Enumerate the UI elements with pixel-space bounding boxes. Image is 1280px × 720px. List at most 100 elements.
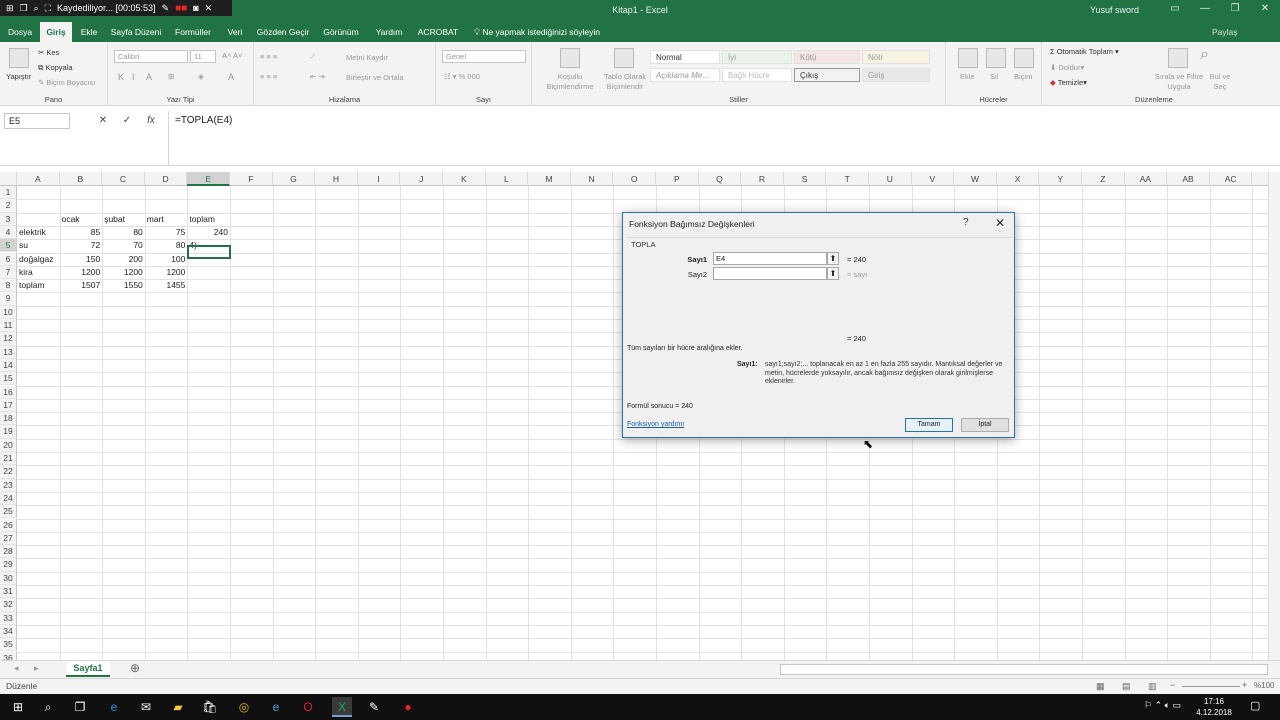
row-header-26[interactable]: 26 — [0, 518, 17, 532]
row-header-13[interactable]: 13 — [0, 345, 17, 359]
arg1-collapse-icon[interactable]: ⬆ — [827, 252, 839, 265]
column-header-ab[interactable]: AB — [1167, 172, 1210, 186]
find-icon[interactable]: ⌕ — [1200, 46, 1209, 64]
tab-formulas[interactable]: Formüller — [170, 22, 216, 42]
header-cell-e[interactable]: toplam — [187, 213, 230, 226]
sort-filter-icon[interactable] — [1168, 48, 1188, 68]
row-header-16[interactable]: 16 — [0, 385, 17, 399]
row-header-23[interactable]: 23 — [0, 478, 17, 492]
zoom-in-icon[interactable]: + — [1242, 680, 1247, 690]
column-header-n[interactable]: N — [571, 172, 614, 186]
record-icon[interactable]: ■■ — [175, 3, 187, 14]
style-normal[interactable]: Normal — [650, 50, 720, 64]
copy-button[interactable]: ⧉ Kopyala — [38, 63, 73, 73]
insert-cells-button[interactable]: Ekle — [960, 72, 975, 81]
value-cell-d4[interactable]: 75 — [145, 226, 188, 239]
tab-insert[interactable]: Ekle — [76, 22, 102, 42]
confirm-entry-icon[interactable]: ✓ — [118, 113, 136, 129]
style-output[interactable]: Çıkış — [794, 68, 860, 82]
column-header-g[interactable]: G — [273, 172, 316, 186]
header-cell-d[interactable]: mart — [145, 213, 188, 226]
row-header-9[interactable]: 9 — [0, 292, 17, 306]
file-explorer-icon[interactable]: ▰ — [168, 697, 188, 717]
tab-help[interactable]: Yardım — [370, 22, 408, 42]
screen-recorder-toolbar[interactable]: ⊞ ❐ ⌕ ⛶ Kaydediliyor... [00:05:53] ✎ ■■ … — [0, 0, 232, 16]
sheet-nav-left-icon[interactable]: ◂ — [14, 663, 19, 674]
row-header-3[interactable]: 3 — [0, 212, 17, 226]
value-cell-e8[interactable] — [187, 279, 230, 292]
column-header-j[interactable]: J — [400, 172, 443, 186]
column-header-t[interactable]: T — [826, 172, 869, 186]
font-color-icon[interactable]: A — [228, 72, 234, 82]
arg2-collapse-icon[interactable]: ⬆ — [827, 267, 839, 280]
formula-input[interactable]: =TOPLA(E4) — [168, 111, 1276, 165]
row-header-17[interactable]: 17 — [0, 398, 17, 413]
conditional-format-button[interactable]: Koşullu Biçimlendirme — [540, 72, 600, 92]
column-header-x[interactable]: X — [997, 172, 1040, 186]
vertical-scrollbar[interactable] — [1268, 172, 1280, 660]
close-recorder-icon[interactable]: ✕ — [205, 3, 213, 14]
view-normal-icon[interactable]: ▦ — [1096, 681, 1105, 692]
font-grow-icon[interactable]: A˄ A˅ — [222, 51, 242, 60]
dialog-close-icon[interactable]: ✕ — [991, 216, 1009, 230]
tab-view[interactable]: Görünüm — [318, 22, 364, 42]
insert-function-icon[interactable]: fx — [142, 113, 160, 129]
row-header-24[interactable]: 24 — [0, 491, 17, 506]
column-header-o[interactable]: O — [613, 172, 656, 186]
fill-button[interactable]: ⬇ Doldur▾ — [1050, 63, 1084, 72]
row-header-31[interactable]: 31 — [0, 585, 17, 599]
window-icon[interactable]: ❐ — [20, 3, 28, 14]
bold-icon[interactable]: K — [118, 72, 124, 82]
row-header-8[interactable]: 8 — [0, 279, 17, 293]
insert-cells-icon[interactable] — [958, 48, 978, 68]
zoom-slider[interactable] — [1182, 686, 1240, 687]
value-cell-b5[interactable]: 72 — [60, 239, 103, 252]
wrap-text-button[interactable]: Metni Kaydır — [346, 53, 388, 62]
font-size-combo[interactable]: 11 — [190, 50, 216, 63]
arg1-input[interactable]: E4 — [713, 252, 827, 265]
sort-filter-button[interactable]: Sırala ve Filtre Uygula — [1154, 72, 1204, 92]
user-name[interactable]: Yusuf sword — [1090, 5, 1139, 15]
add-sheet-icon[interactable]: ⊕ — [130, 661, 140, 675]
row-header-15[interactable]: 15 — [0, 372, 17, 386]
header-cell-b[interactable]: ocak — [60, 213, 103, 226]
excel-icon[interactable]: X — [332, 697, 352, 717]
row-header-2[interactable]: 2 — [0, 199, 17, 213]
column-header-b[interactable]: B — [60, 172, 103, 186]
column-header-u[interactable]: U — [869, 172, 912, 186]
zoom-icon[interactable]: ⌕ — [34, 3, 39, 14]
value-cell-c5[interactable]: 70 — [102, 239, 145, 252]
maximize-icon[interactable]: ❐ — [1220, 3, 1250, 19]
row-header-30[interactable]: 30 — [0, 571, 17, 585]
ok-button[interactable]: Tamam — [905, 418, 953, 432]
border-icon[interactable]: ⊞ — [168, 72, 174, 81]
row-header-11[interactable]: 11 — [0, 319, 17, 333]
camera-icon[interactable]: ◙ — [193, 3, 198, 13]
format-cells-button[interactable]: Biçim — [1014, 72, 1032, 81]
view-page-break-icon[interactable]: ▥ — [1148, 681, 1157, 692]
share-button[interactable]: Paylaş — [1212, 22, 1238, 42]
find-select-button[interactable]: Bul ve Seç — [1206, 72, 1234, 92]
column-header-c[interactable]: C — [102, 172, 145, 186]
paste-icon[interactable] — [9, 48, 29, 68]
tab-home[interactable]: Giriş — [40, 22, 72, 42]
column-header-s[interactable]: S — [784, 172, 827, 186]
row-header-14[interactable]: 14 — [0, 358, 17, 373]
style-bad[interactable]: Kötü — [794, 50, 860, 64]
row-header-6[interactable]: 6 — [0, 252, 17, 266]
cancel-entry-icon[interactable]: ✕ — [94, 113, 112, 129]
windows-icon[interactable]: ⊞ — [8, 697, 28, 717]
zoom-level[interactable]: %100 — [1254, 681, 1274, 690]
style-explanatory[interactable]: Açıklama Me... — [650, 68, 720, 82]
tab-data[interactable]: Veri — [222, 22, 248, 42]
ie-icon[interactable]: e — [266, 697, 286, 717]
row-header-35[interactable]: 35 — [0, 638, 17, 652]
view-page-layout-icon[interactable]: ▤ — [1122, 681, 1131, 692]
tab-acrobat[interactable]: ACROBAT — [414, 22, 462, 42]
currency-icon[interactable]: ☷ ▾ % 000 — [444, 72, 480, 81]
active-cell-e5[interactable] — [187, 245, 231, 259]
crop-icon[interactable]: ⛶ — [45, 3, 51, 14]
row-header-1[interactable]: 1 — [0, 186, 17, 200]
value-cell-b6[interactable]: 150 — [60, 253, 103, 266]
column-header-r[interactable]: R — [741, 172, 784, 186]
